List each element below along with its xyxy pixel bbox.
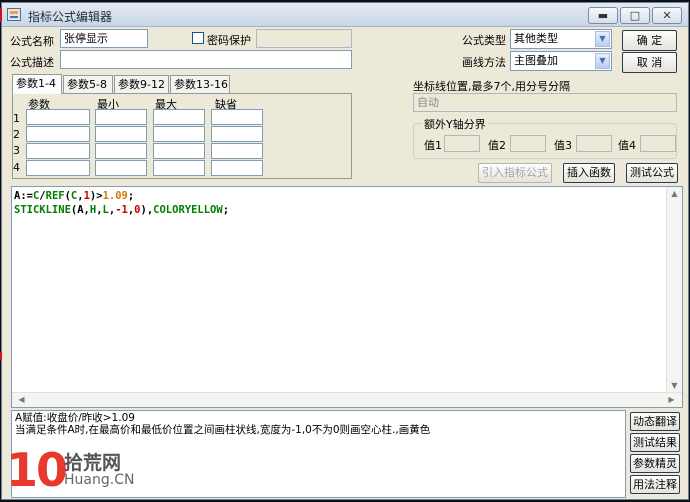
chevron-down-icon: ▼	[595, 53, 610, 69]
coord-lines-input[interactable]: 自动	[413, 93, 677, 112]
param-3-name-input[interactable]	[26, 143, 90, 159]
code-editor[interactable]: A:=C/REF(C,1)>1.09; STICKLINE(A,H,L,-1,0…	[11, 186, 683, 408]
tab-params-5-8[interactable]: 参数5-8	[63, 75, 113, 94]
ok-button[interactable]: 确 定	[622, 30, 677, 51]
param-3-min-input[interactable]	[95, 143, 147, 159]
import-formula-button[interactable]: 引入指标公式	[478, 163, 552, 183]
code-line-2: STICKLINE(A,H,L,-1,0),COLORYELLOW;	[14, 204, 229, 216]
param-row-number: 3	[13, 144, 20, 157]
y-value-1-label: 值1	[424, 139, 442, 152]
param-4-default-input[interactable]	[211, 160, 263, 176]
formula-desc-label: 公式描述	[10, 56, 54, 69]
y-value-3-input[interactable]	[576, 135, 612, 152]
draw-method-value: 主图叠加	[514, 54, 558, 67]
password-input	[256, 29, 352, 48]
title-bar[interactable]: 指标公式编辑器 ▬ □ ✕	[2, 3, 688, 27]
chevron-down-icon: ▼	[595, 31, 610, 47]
formula-desc-input[interactable]	[60, 50, 352, 69]
param-4-max-input[interactable]	[153, 160, 205, 176]
extra-y-axis-group: 额外Y轴分界 值1 值2 值3 值4	[413, 116, 677, 159]
description-line-1: A赋值:收盘价/昨收>1.09	[15, 412, 135, 424]
description-line-2: 当满足条件A时,在最高价和最低价位置之间画柱状线,宽度为-1,0不为0则画空心柱…	[15, 424, 431, 436]
code-token: ),	[140, 204, 154, 216]
close-button[interactable]: ✕	[652, 7, 682, 24]
code-token: (A,	[70, 204, 90, 216]
code-line-1: A:=C/REF(C,1)>1.09;	[14, 190, 134, 202]
maximize-button[interactable]: □	[620, 7, 650, 24]
formula-type-value: 其他类型	[514, 32, 558, 45]
draw-method-select[interactable]: 主图叠加 ▼	[510, 51, 612, 71]
param-1-max-input[interactable]	[153, 109, 205, 125]
param-3-max-input[interactable]	[153, 143, 205, 159]
code-token: 1.09	[102, 190, 128, 202]
scroll-left-icon[interactable]: ◀	[14, 395, 29, 404]
y-value-3-label: 值3	[554, 139, 572, 152]
watermark-digits: 10	[6, 443, 68, 497]
code-token: ;	[127, 190, 135, 202]
param-panel: 参数 最小 最大 缺省 1 2 3 4	[12, 93, 352, 179]
param-row-number: 1	[13, 112, 20, 125]
usage-notes-button[interactable]: 用法注释	[630, 475, 680, 494]
param-2-default-input[interactable]	[211, 126, 263, 142]
code-token: REF	[45, 190, 65, 202]
formula-type-label: 公式类型	[462, 34, 506, 47]
insert-function-button[interactable]: 插入函数	[563, 163, 615, 183]
y-value-4-label: 值4	[618, 139, 636, 152]
edge-marker	[0, 352, 2, 360]
param-3-default-input[interactable]	[211, 143, 263, 159]
coord-lines-label: 坐标线位置,最多7个,用分号分隔	[413, 80, 570, 93]
edge-marker	[0, 8, 2, 22]
window-title: 指标公式编辑器	[28, 10, 113, 24]
code-token: COLORYELLOW	[153, 204, 223, 216]
param-1-min-input[interactable]	[95, 109, 147, 125]
formula-type-select[interactable]: 其他类型 ▼	[510, 29, 612, 49]
scroll-up-icon[interactable]: ▲	[667, 189, 682, 198]
param-2-name-input[interactable]	[26, 126, 90, 142]
param-1-name-input[interactable]	[26, 109, 90, 125]
formula-name-label: 公式名称	[10, 35, 54, 48]
param-wizard-button[interactable]: 参数精灵	[630, 454, 680, 473]
cancel-button[interactable]: 取 消	[622, 52, 677, 73]
scroll-right-icon[interactable]: ▶	[664, 395, 679, 404]
y-value-2-input[interactable]	[510, 135, 546, 152]
y-value-2-label: 值2	[488, 139, 506, 152]
minimize-button[interactable]: ▬	[588, 7, 618, 24]
y-value-4-input[interactable]	[640, 135, 676, 152]
watermark-site: Huang.CN	[64, 472, 135, 488]
y-value-1-input[interactable]	[444, 135, 480, 152]
extra-y-axis-title: 额外Y轴分界	[422, 116, 488, 132]
test-result-button[interactable]: 测试结果	[630, 433, 680, 452]
tab-params-13-16[interactable]: 参数13-16	[170, 75, 230, 94]
code-token: A:=	[14, 190, 33, 202]
dynamic-translate-button[interactable]: 动态翻译	[630, 412, 680, 431]
formula-editor-window: 指标公式编辑器 ▬ □ ✕ 公式名称 张停显示 密码保护 公式描述 公式类型 其…	[1, 2, 689, 500]
password-label: 密码保护	[207, 34, 251, 47]
vertical-scrollbar[interactable]: ▲ ▼	[666, 187, 682, 392]
param-1-default-input[interactable]	[211, 109, 263, 125]
param-row-number: 4	[13, 161, 20, 174]
tab-params-1-4[interactable]: 参数1-4	[12, 74, 62, 94]
code-token: ;	[222, 204, 230, 216]
code-token: )>	[89, 190, 103, 202]
draw-method-label: 画线方法	[462, 56, 506, 69]
param-2-max-input[interactable]	[153, 126, 205, 142]
param-4-name-input[interactable]	[26, 160, 90, 176]
code-token: STICKLINE	[14, 204, 71, 216]
tab-params-9-12[interactable]: 参数9-12	[114, 75, 169, 94]
site-watermark: 10 拾荒网 Huang.CN	[2, 444, 142, 498]
app-icon	[7, 8, 21, 21]
param-2-min-input[interactable]	[95, 126, 147, 142]
param-row-number: 2	[13, 128, 20, 141]
watermark-name: 拾荒网	[64, 452, 122, 474]
code-token: -1	[115, 204, 128, 216]
param-4-min-input[interactable]	[95, 160, 147, 176]
password-checkbox[interactable]	[192, 32, 204, 44]
test-formula-button[interactable]: 测试公式	[626, 163, 678, 183]
horizontal-scrollbar[interactable]: ◀ ▶	[12, 392, 682, 407]
scroll-down-icon[interactable]: ▼	[667, 381, 682, 390]
formula-name-input[interactable]: 张停显示	[60, 29, 148, 48]
